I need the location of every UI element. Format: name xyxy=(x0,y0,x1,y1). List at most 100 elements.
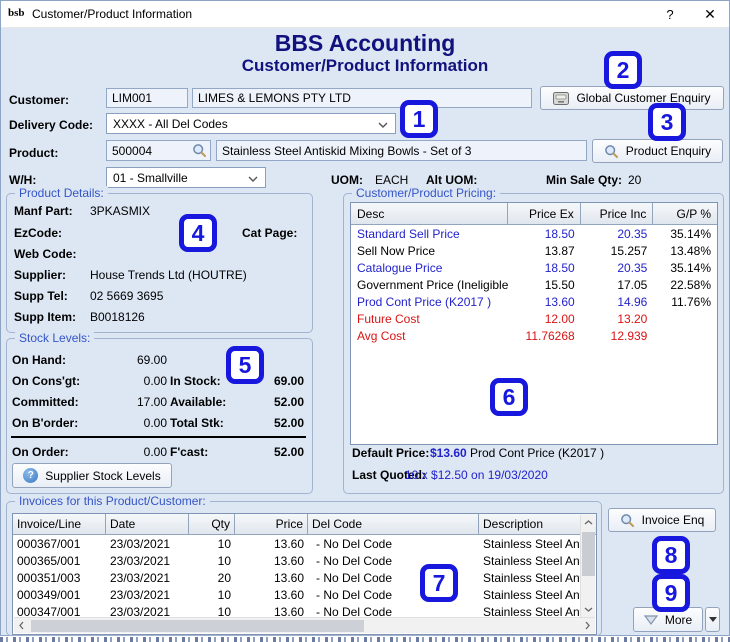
invoice-row[interactable]: 000367/001 23/03/2021 10 13.60 - No Del … xyxy=(13,535,596,552)
col-desc: Desc xyxy=(351,203,508,224)
invoice-date: 23/03/2021 xyxy=(106,554,189,568)
min-sale-qty-label: Min Sale Qty: xyxy=(546,173,622,187)
price-gp: 35.14% xyxy=(653,227,717,241)
invoice-price: 13.60 xyxy=(235,537,308,551)
scroll-down-icon[interactable] xyxy=(581,602,596,617)
invoice-qty: 10 xyxy=(189,537,235,551)
invoice-date: 23/03/2021 xyxy=(106,537,189,551)
price-desc: Standard Sell Price xyxy=(351,227,508,241)
invoice-number: 000351/003 xyxy=(13,571,106,585)
stock-levels-title: Stock Levels: xyxy=(15,331,94,345)
on-hand-label: On Hand: xyxy=(12,353,66,367)
scroll-right-icon[interactable] xyxy=(580,618,595,633)
pricing-row: Standard Sell Price 18.50 20.35 35.14% xyxy=(351,225,717,242)
invoice-row[interactable]: 000349/001 23/03/2021 10 13.60 - No Del … xyxy=(13,586,596,603)
price-ex: 13.87 xyxy=(508,244,581,258)
supp-tel-value: 02 5669 3695 xyxy=(90,289,163,303)
horizontal-scroll-thumb[interactable] xyxy=(31,620,364,632)
supplier-stock-levels-button[interactable]: ? Supplier Stock Levels xyxy=(12,463,172,488)
product-enquiry-label: Product Enquiry xyxy=(626,144,711,158)
available-value: 52.00 xyxy=(242,395,304,409)
product-description-field[interactable]: Stainless Steel Antiskid Mixing Bowls - … xyxy=(216,140,587,161)
callout-5: 5 xyxy=(226,346,264,384)
customer-code-field[interactable]: LIM001 xyxy=(106,88,188,108)
manf-part-value: 3PKASMIX xyxy=(90,204,150,218)
pricing-row: Government Price (Ineligible) 15.50 17.0… xyxy=(351,276,717,293)
on-hand-value: 69.00 xyxy=(107,353,167,367)
last-quoted-value: 10 x $12.50 on 19/03/2020 xyxy=(405,468,548,482)
callout-1: 1 xyxy=(400,100,438,138)
scroll-up-icon[interactable] xyxy=(581,515,596,530)
committed-value: 17.00 xyxy=(107,395,167,409)
on-consgt-label: On Cons'gt: xyxy=(12,374,80,388)
default-price-label: Default Price: xyxy=(352,446,429,460)
price-desc: Catalogue Price xyxy=(351,261,508,275)
customer-name-field[interactable]: LIMES & LEMONS PTY LTD xyxy=(192,88,532,108)
invoice-description: Stainless Steel Antis xyxy=(479,571,580,585)
invoices-title: Invoices for this Product/Customer: xyxy=(15,494,210,508)
price-inc: 20.35 xyxy=(581,261,654,275)
product-details-title: Product Details: xyxy=(15,186,108,200)
supp-item-value: B0018126 xyxy=(90,310,145,324)
available-label: Available: xyxy=(170,395,226,409)
pricing-title: Customer/Product Pricing: xyxy=(352,186,500,200)
product-code-field[interactable]: 500004 xyxy=(106,140,211,161)
price-desc: Government Price (Ineligible) xyxy=(351,278,508,292)
enquiry-terminal-icon xyxy=(553,92,569,105)
invoice-row[interactable]: 000351/003 23/03/2021 20 13.60 - No Del … xyxy=(13,569,596,586)
fcast-label: F'cast: xyxy=(170,445,208,459)
product-search-icon[interactable] xyxy=(192,143,207,158)
svg-text:bsb: bsb xyxy=(8,7,25,19)
callout-7: 7 xyxy=(420,564,458,602)
title-bar: bsb Customer/Product Information ? ✕ xyxy=(1,1,729,28)
ezcode-label: EzCode: xyxy=(14,226,62,240)
stock-levels-group: Stock Levels: On Hand: 69.00 On Cons'gt:… xyxy=(6,338,313,494)
pricing-row: Future Cost 12.00 13.20 xyxy=(351,310,717,327)
global-customer-enquiry-button[interactable]: Global Customer Enquiry xyxy=(540,86,724,110)
more-dropdown-button[interactable] xyxy=(705,607,720,632)
total-stk-label: Total Stk: xyxy=(170,416,224,430)
pricing-table: Desc Price Ex Price Inc G/P % Standard S… xyxy=(350,202,718,445)
invoice-row[interactable]: 000365/001 23/03/2021 10 13.60 - No Del … xyxy=(13,552,596,569)
col-description: Description xyxy=(479,514,580,534)
alt-uom-label: Alt UOM: xyxy=(426,173,477,187)
scroll-left-icon[interactable] xyxy=(14,618,29,633)
close-icon[interactable]: ✕ xyxy=(693,1,727,28)
total-stk-value: 52.00 xyxy=(242,416,304,430)
vertical-scrollbar[interactable] xyxy=(580,515,595,617)
invoice-number: 000365/001 xyxy=(13,554,106,568)
callout-8: 8 xyxy=(652,536,690,574)
manf-part-label: Manf Part: xyxy=(14,204,73,218)
vertical-scroll-thumb[interactable] xyxy=(582,532,595,576)
price-ex: 13.60 xyxy=(508,295,581,309)
stock-separator xyxy=(11,436,306,438)
product-enquiry-button[interactable]: Product Enquiry xyxy=(592,139,723,163)
invoice-enquiry-button[interactable]: Invoice Enq xyxy=(608,508,716,532)
price-ex: 11.76268 xyxy=(508,329,581,343)
price-desc: Avg Cost xyxy=(351,329,508,343)
invoice-date: 23/03/2021 xyxy=(106,588,189,602)
price-inc: 15.257 xyxy=(581,244,654,258)
uom-label: UOM: xyxy=(331,173,363,187)
delivery-code-select[interactable]: XXXX - All Del Codes xyxy=(106,113,396,134)
price-inc: 20.35 xyxy=(581,227,654,241)
invoices-table-header: Invoice/Line Date Qty Price Del Code Des… xyxy=(13,514,596,535)
col-price-ex: Price Ex xyxy=(508,203,581,224)
customer-product-pricing-group: Customer/Product Pricing: Desc Price Ex … xyxy=(343,193,724,494)
supplier-stock-levels-label: Supplier Stock Levels xyxy=(45,469,160,483)
callout-3: 3 xyxy=(648,103,686,141)
horizontal-scrollbar[interactable] xyxy=(14,617,595,633)
pricing-row: Prod Cont Price (K2017 ) 13.60 14.96 11.… xyxy=(351,293,717,310)
warehouse-select[interactable]: 01 - Smallville xyxy=(106,167,266,188)
help-button[interactable]: ? xyxy=(653,1,687,28)
invoice-price: 13.60 xyxy=(235,554,308,568)
product-code-value: 500004 xyxy=(112,144,152,158)
customer-label: Customer: xyxy=(9,93,69,107)
price-gp: 11.76% xyxy=(653,295,717,309)
pricing-row: Avg Cost 11.76268 12.939 xyxy=(351,327,717,344)
delivery-code-label: Delivery Code: xyxy=(9,118,93,132)
invoice-description: Stainless Steel Antis xyxy=(479,554,580,568)
chevron-down-icon xyxy=(248,176,258,182)
pricing-row: Catalogue Price 18.50 20.35 35.14% xyxy=(351,259,717,276)
pricing-row: Sell Now Price 13.87 15.257 13.48% xyxy=(351,242,717,259)
